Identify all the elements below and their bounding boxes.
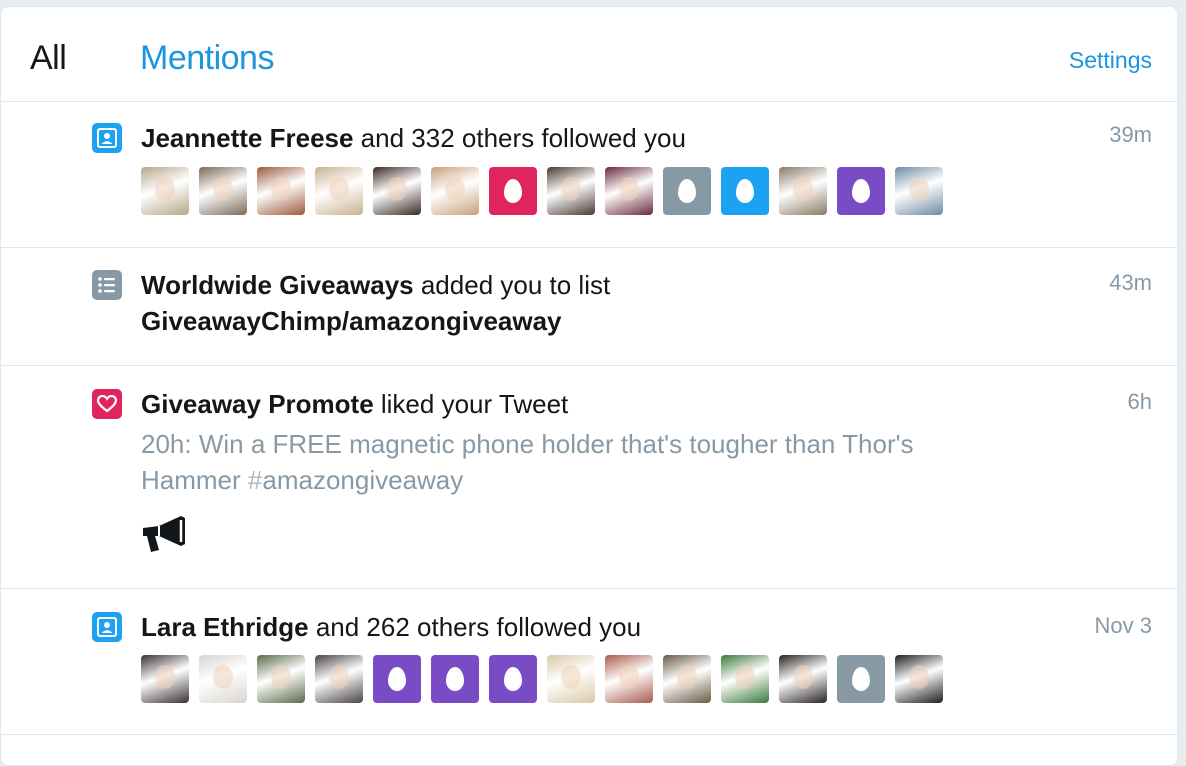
avatar-face xyxy=(271,665,291,689)
avatar-face xyxy=(619,665,639,689)
default-egg-avatar[interactable] xyxy=(837,655,885,703)
avatar-face xyxy=(619,177,639,201)
notification-item-like[interactable]: Giveaway Promote liked your Tweet 6h 20h… xyxy=(1,366,1177,589)
person-icon xyxy=(92,612,122,642)
tweet-text-line: Hammer #amazongiveaway xyxy=(141,462,1021,498)
hashtag-word[interactable]: amazongiveaway xyxy=(262,465,463,495)
notification-text: Jeannette Freese and 332 others followed… xyxy=(141,122,686,154)
default-egg-avatar[interactable] xyxy=(431,655,479,703)
egg-icon xyxy=(852,179,870,203)
follower-avatar[interactable] xyxy=(895,167,943,215)
follower-avatar[interactable] xyxy=(605,655,653,703)
follower-avatar[interactable] xyxy=(199,655,247,703)
avatar-face xyxy=(561,665,581,689)
tweet-preview[interactable]: 20h: Win a FREE magnetic phone holder th… xyxy=(141,426,1021,498)
list-name[interactable]: GiveawayChimp/amazongiveaway xyxy=(141,306,562,337)
notification-item-list[interactable]: Worldwide Giveaways added you to list Gi… xyxy=(1,248,1177,366)
actor-name[interactable]: Giveaway Promote xyxy=(141,389,374,419)
avatar-face xyxy=(213,177,233,201)
default-egg-avatar[interactable] xyxy=(489,655,537,703)
tab-all[interactable]: All xyxy=(30,39,67,78)
notification-tabs: All Mentions Settings xyxy=(1,7,1177,102)
avatar-face xyxy=(909,665,929,689)
actor-name[interactable]: Lara Ethridge xyxy=(141,612,309,642)
notification-text: Worldwide Giveaways added you to list xyxy=(141,269,610,301)
notification-action: added you to list xyxy=(413,270,611,300)
egg-icon xyxy=(736,179,754,203)
avatar-face xyxy=(271,177,291,201)
follower-avatar[interactable] xyxy=(199,167,247,215)
notification-action: liked your Tweet xyxy=(373,389,569,419)
default-egg-avatar[interactable] xyxy=(837,167,885,215)
timestamp[interactable]: 39m xyxy=(1109,122,1152,148)
egg-icon xyxy=(504,179,522,203)
follower-avatars xyxy=(141,655,943,703)
egg-icon xyxy=(504,667,522,691)
timestamp[interactable]: 43m xyxy=(1109,270,1152,296)
avatar-face xyxy=(677,665,697,689)
follower-avatar[interactable] xyxy=(431,167,479,215)
avatar-face xyxy=(155,665,175,689)
default-egg-avatar[interactable] xyxy=(663,167,711,215)
default-egg-avatar[interactable] xyxy=(721,167,769,215)
follower-avatar[interactable] xyxy=(373,167,421,215)
notification-action: and 262 others followed you xyxy=(308,612,642,642)
avatar-face xyxy=(793,665,813,689)
follower-avatar[interactable] xyxy=(141,167,189,215)
megaphone-icon xyxy=(141,512,191,559)
avatar-face xyxy=(561,177,581,201)
avatar-face xyxy=(329,177,349,201)
notifications-panel: All Mentions Settings Jeannette Freese a… xyxy=(0,6,1178,766)
egg-icon xyxy=(388,667,406,691)
follower-avatar[interactable] xyxy=(779,655,827,703)
follower-avatar[interactable] xyxy=(547,655,595,703)
egg-icon xyxy=(678,179,696,203)
notification-action: and 332 others followed you xyxy=(353,123,686,153)
notification-item-follow[interactable]: Jeannette Freese and 332 others followed… xyxy=(1,102,1177,248)
list-icon xyxy=(92,270,122,300)
timestamp[interactable]: 6h xyxy=(1128,389,1152,415)
avatar-face xyxy=(387,177,407,201)
notification-item-follow[interactable]: Lara Ethridge and 262 others followed yo… xyxy=(1,589,1177,735)
follower-avatar[interactable] xyxy=(257,655,305,703)
settings-link[interactable]: Settings xyxy=(1069,47,1152,74)
tweet-text-line: 20h: Win a FREE magnetic phone holder th… xyxy=(141,429,914,459)
tab-mentions[interactable]: Mentions xyxy=(140,39,274,78)
heart-icon xyxy=(92,389,122,419)
avatar-face xyxy=(329,665,349,689)
egg-icon xyxy=(446,667,464,691)
follower-avatar[interactable] xyxy=(315,655,363,703)
avatar-face xyxy=(155,177,175,201)
default-egg-avatar[interactable] xyxy=(373,655,421,703)
hashtag-mark[interactable]: # xyxy=(248,465,262,495)
follower-avatars xyxy=(141,167,943,215)
follower-avatar[interactable] xyxy=(315,167,363,215)
follower-avatar[interactable] xyxy=(663,655,711,703)
egg-icon xyxy=(852,667,870,691)
default-egg-avatar[interactable] xyxy=(489,167,537,215)
avatar-face xyxy=(793,177,813,201)
actor-name[interactable]: Worldwide Giveaways xyxy=(141,270,414,300)
actor-name[interactable]: Jeannette Freese xyxy=(141,123,353,153)
person-icon xyxy=(92,123,122,153)
tweet-text-segment: Hammer xyxy=(141,465,248,495)
follower-avatar[interactable] xyxy=(547,167,595,215)
follower-avatar[interactable] xyxy=(141,655,189,703)
follower-avatar[interactable] xyxy=(257,167,305,215)
avatar-face xyxy=(445,177,465,201)
follower-avatar[interactable] xyxy=(721,655,769,703)
follower-avatar[interactable] xyxy=(895,655,943,703)
notification-text: Giveaway Promote liked your Tweet xyxy=(141,388,568,420)
avatar-face xyxy=(909,177,929,201)
follower-avatar[interactable] xyxy=(779,167,827,215)
avatar-face xyxy=(735,665,755,689)
notification-text: Lara Ethridge and 262 others followed yo… xyxy=(141,611,641,643)
avatar-face xyxy=(213,665,233,689)
timestamp[interactable]: Nov 3 xyxy=(1095,613,1152,639)
follower-avatar[interactable] xyxy=(605,167,653,215)
